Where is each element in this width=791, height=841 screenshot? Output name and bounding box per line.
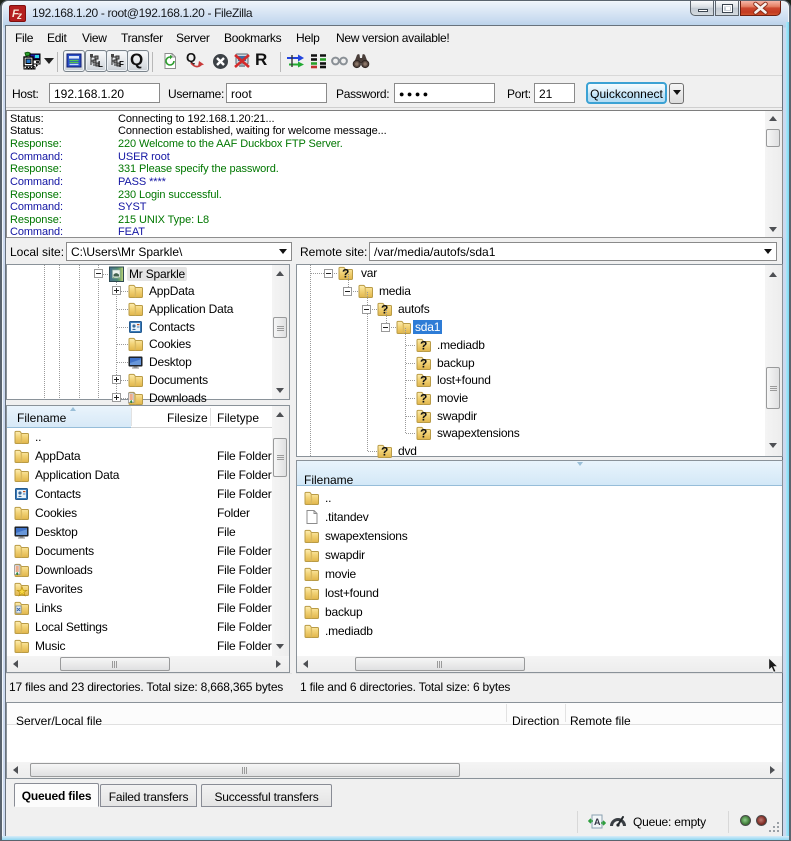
svg-text:L: L — [98, 60, 103, 69]
svg-text:A: A — [594, 817, 601, 827]
svg-text:z: z — [16, 11, 22, 22]
svg-text:F: F — [119, 60, 124, 69]
